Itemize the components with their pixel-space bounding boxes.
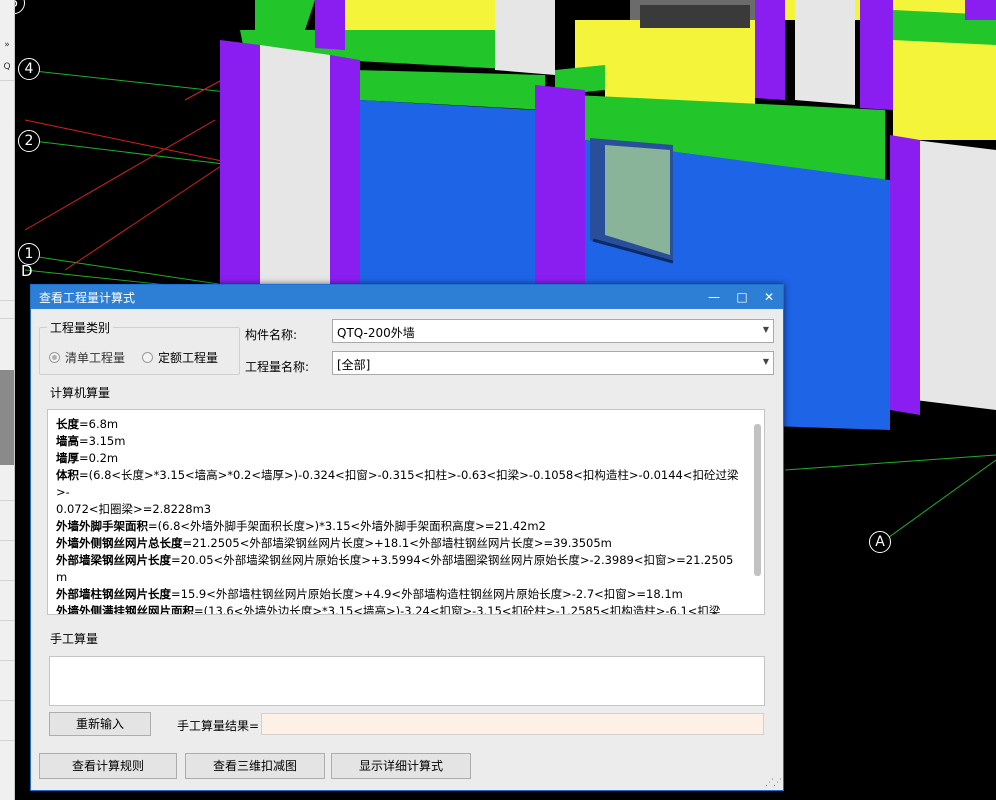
divider — [0, 80, 14, 81]
calc-key: 外部墙梁钢丝网片长度 — [56, 553, 171, 567]
divider — [0, 318, 14, 319]
calc-key: 墙高 — [56, 434, 79, 448]
view-rules-button[interactable]: 查看计算规则 — [39, 753, 177, 779]
axis-bubble: 2 — [18, 130, 40, 152]
calc-line: 外墙外侧钢丝网片总长度=21.2505<外部墙梁钢丝网片长度>+18.1<外部墙… — [56, 535, 744, 552]
quantity-type-label: 工程量类别 — [47, 319, 114, 336]
component-name-value: QTQ-200外墙 — [337, 326, 415, 340]
reenter-button[interactable]: 重新输入 — [49, 712, 151, 736]
computer-calc-textarea[interactable]: 长度=6.8m 墙高=3.15m 墙厚=0.2m 体积=(6.8<长度>*3.15<墙… — [47, 409, 765, 615]
calc-key: 外墙外侧钢丝网片总长度 — [56, 536, 183, 550]
manual-calc-label: 手工算量 — [50, 632, 99, 646]
view-3d-deduction-button[interactable]: 查看三维扣减图 — [185, 753, 325, 779]
calc-expression: =15.9<外部墙柱钢丝网片原始长度>+4.9<外部墙构造柱钢丝网片原始长度>-… — [171, 587, 683, 601]
resize-grip-icon[interactable]: ⋰⋰ — [765, 778, 782, 788]
search-icon[interactable]: Q — [0, 62, 14, 74]
close-button[interactable]: ✕ — [758, 287, 780, 307]
divider — [0, 660, 14, 661]
left-tool-panel: » Q — [0, 0, 15, 800]
component-name-label: 构件名称: — [245, 328, 298, 342]
view-quantity-formula-dialog: 查看工程量计算式 — □ ✕ 工程量类别 清单工程量 定额工程量 构件名称: Q… — [30, 284, 784, 791]
minimize-button[interactable]: — — [703, 287, 725, 307]
calc-key: 外墙外脚手架面积 — [56, 519, 148, 533]
calc-expression: =21.2505<外部墙梁钢丝网片长度>+18.1<外部墙柱钢丝网片长度>=39… — [182, 536, 612, 550]
calc-formula-list: 长度=6.8m 墙高=3.15m 墙厚=0.2m 体积=(6.8<长度>*3.15<墙… — [56, 416, 744, 615]
manual-result-field — [261, 713, 764, 735]
calc-expression: 0.072<扣圈梁>=2.8228m3 — [56, 502, 212, 516]
dialog-title: 查看工程量计算式 — [39, 291, 136, 305]
calc-line: 长度=6.8m — [56, 416, 744, 433]
calc-key: 长度 — [56, 417, 79, 431]
chevron-down-icon[interactable]: ▼ — [763, 357, 769, 366]
vertical-scrollbar[interactable] — [754, 424, 761, 576]
manual-calc-input[interactable] — [49, 656, 765, 706]
calc-expression: =3.15m — [79, 434, 126, 448]
panel-scrollbar[interactable] — [0, 370, 14, 465]
show-detail-formula-button[interactable]: 显示详细计算式 — [331, 753, 471, 779]
computer-calc-label: 计算机算量 — [50, 386, 111, 400]
quantity-name-label: 工程量名称: — [245, 360, 310, 374]
calc-line: 外部墙柱钢丝网片长度=15.9<外部墙柱钢丝网片原始长度>+4.9<外部墙构造柱… — [56, 586, 744, 603]
radio-dot[interactable] — [49, 352, 60, 363]
calc-key: 外墙外侧满挂钢丝网片面积 — [56, 604, 194, 615]
component-name-select[interactable]: QTQ-200外墙 ▼ — [332, 319, 774, 343]
calc-key: 外部墙柱钢丝网片长度 — [56, 587, 171, 601]
calc-expression: =(6.8<外墙外脚手架面积长度>)*3.15<外墙外脚手架面积高度>=21.4… — [148, 519, 546, 533]
calc-key: 墙厚 — [56, 451, 79, 465]
calc-expression: m — [56, 570, 68, 584]
divider — [0, 620, 14, 621]
radio-bill-quantity[interactable]: 清单工程量 — [49, 349, 125, 366]
divider — [0, 540, 14, 541]
expand-panel-icon[interactable]: » — [0, 40, 14, 52]
calc-expression: =20.05<外部墙梁钢丝网片原始长度>+3.5994<外部墙圈梁钢丝网片原始长… — [171, 553, 734, 567]
calc-key: 体积 — [56, 468, 79, 482]
calc-line: m — [56, 569, 744, 586]
calc-expression: =(6.8<长度>*3.15<墙高>*0.2<墙厚>)-0.324<扣窗>-0.… — [56, 468, 739, 499]
calc-line: 墙高=3.15m — [56, 433, 744, 450]
calc-line: 外部墙梁钢丝网片长度=20.05<外部墙梁钢丝网片原始长度>+3.5994<外部… — [56, 552, 744, 569]
divider — [0, 740, 14, 741]
radio-label: 清单工程量 — [65, 351, 126, 365]
quantity-name-select[interactable]: [全部] ▼ — [332, 351, 774, 375]
manual-result-label: 手工算量结果= — [177, 719, 260, 733]
calc-expression: =0.2m — [79, 451, 119, 465]
calc-expression: =6.8m — [79, 417, 119, 431]
radio-dot[interactable] — [142, 352, 153, 363]
radio-norm-quantity[interactable]: 定额工程量 — [142, 349, 218, 366]
divider — [0, 700, 14, 701]
calc-line: 0.072<扣圈梁>=2.8228m3 — [56, 501, 744, 518]
radio-label: 定额工程量 — [158, 351, 219, 365]
calc-line: 外墙外脚手架面积=(6.8<外墙外脚手架面积长度>)*3.15<外墙外脚手架面积… — [56, 518, 744, 535]
maximize-button[interactable]: □ — [731, 287, 753, 307]
axis-bubble: 4 — [18, 58, 40, 80]
axis-label: D — [21, 262, 33, 280]
calc-line: 体积=(6.8<长度>*3.15<墙高>*0.2<墙厚>)-0.324<扣窗>-… — [56, 467, 744, 501]
calc-line: 外墙外侧满挂钢丝网片面积=(13.6<外墙外边长度>*3.15<墙高>)-3.2… — [56, 603, 744, 615]
calc-line: 墙厚=0.2m — [56, 450, 744, 467]
axis-bubble: A — [869, 531, 891, 553]
divider — [0, 300, 14, 301]
divider — [0, 580, 14, 581]
chevron-down-icon[interactable]: ▼ — [763, 325, 769, 334]
dialog-titlebar[interactable]: 查看工程量计算式 — □ ✕ — [31, 285, 783, 309]
quantity-name-value: [全部] — [337, 358, 371, 372]
divider — [0, 500, 14, 501]
